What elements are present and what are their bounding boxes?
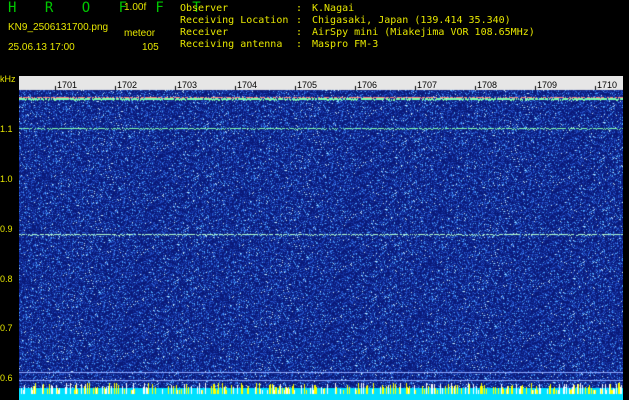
x-tick: 1702 (117, 80, 138, 90)
location-sep: : (296, 15, 303, 26)
x-tick: 1705 (297, 80, 318, 90)
antenna-value: Maspro FM-3 (312, 39, 379, 50)
y-tick-0-9: 0.9 (0, 224, 13, 234)
meteor-label: meteor (124, 28, 156, 39)
version-label: 1.00f (124, 2, 147, 13)
x-tick: 1710 (597, 80, 618, 90)
x-tick: 1708 (477, 80, 498, 90)
datetime-label: 25.06.13 17:00 (8, 42, 75, 53)
antenna-sep: : (296, 39, 303, 50)
receiver-value: AirSpy mini (Miakejima VOR 108.65MHz) (312, 27, 535, 38)
y-tick-0-8: 0.8 (0, 274, 13, 284)
filename-label: KN9_2506131700.png (8, 22, 109, 33)
observer-value: K.Nagai (312, 3, 355, 14)
location-value: Chigasaki, Japan (139.414 35.340) (312, 15, 511, 26)
y-axis-unit: kHz (0, 74, 16, 84)
x-tick: 1701 (57, 80, 78, 90)
antenna-row: Receiving antenna: Maspro FM-3 (180, 39, 378, 51)
x-tick: 1706 (357, 80, 378, 90)
y-tick-0-6: 0.6 (0, 373, 13, 383)
x-tick: 1703 (177, 80, 198, 90)
observer-row: Observer: K.Nagai (180, 3, 354, 15)
location-row: Receiving Location: Chigasaki, Japan (139… (180, 15, 511, 27)
receiver-row: Receiver: AirSpy mini (Miakejima VOR 108.… (180, 27, 535, 39)
y-axis (0, 74, 19, 400)
observer-sep: : (296, 3, 303, 14)
location-key: Receiving Location (180, 15, 289, 26)
x-tick: 1709 (537, 80, 558, 90)
x-tick: 1707 (417, 80, 438, 90)
y-tick-1-1: 1.1 (0, 124, 13, 134)
spectrogram-canvas (19, 76, 623, 400)
receiver-key: Receiver (180, 27, 229, 38)
antenna-key: Receiving antenna (180, 39, 283, 50)
observer-key: Observer (180, 3, 229, 14)
y-tick-1-0: 1.0 (0, 174, 13, 184)
receiver-sep: : (296, 27, 303, 38)
x-tick: 1704 (237, 80, 258, 90)
meteor-count: 105 (142, 42, 159, 53)
y-tick-0-7: 0.7 (0, 323, 13, 333)
header-panel: H R O F F T 1.00f KN9_2506131700.png met… (0, 0, 629, 74)
